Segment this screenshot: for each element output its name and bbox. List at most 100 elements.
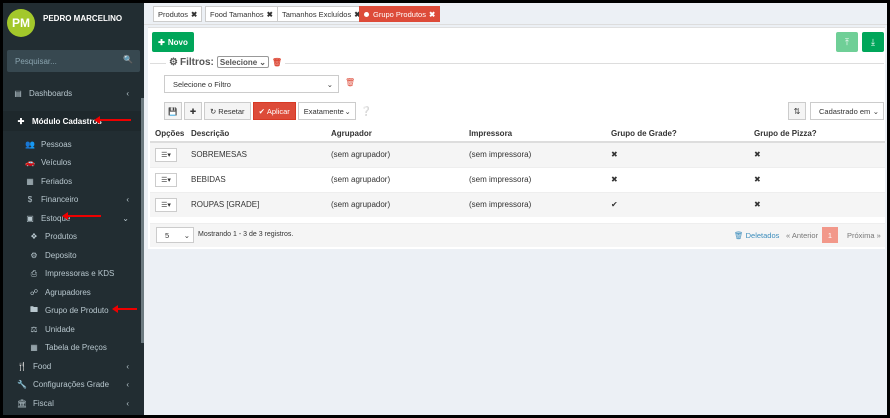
- chevron-down-icon: ⌄: [326, 79, 333, 89]
- cell-grade-icon: ✖: [606, 141, 749, 167]
- trash-icon[interactable]: 🗑: [345, 78, 355, 87]
- close-icon[interactable]: ✖: [267, 10, 273, 19]
- resetar-label: Resetar: [218, 106, 245, 116]
- anterior-button[interactable]: « Anterior: [786, 231, 818, 240]
- box-icon: ▣: [26, 213, 34, 223]
- close-icon[interactable]: ✖: [429, 10, 435, 19]
- filter-select[interactable]: Selecione o Filtro ⌄: [164, 75, 339, 93]
- sidebar-item-pessoas[interactable]: 👥 Pessoas: [3, 135, 141, 154]
- sidebar-item-produtos[interactable]: ❖ Produtos: [3, 228, 141, 247]
- filters-fieldset: ⚙ Filtros: Selecione ⌄ 🗑 Selecione o Fil…: [150, 56, 884, 123]
- sidebar-item-unidade[interactable]: ⚖ Unidade: [3, 320, 141, 339]
- sidebar-search-input[interactable]: Pesquisar... 🔍: [7, 50, 140, 72]
- search-icon[interactable]: 🔍: [123, 55, 133, 64]
- sidebar-item-config-grade[interactable]: 🔧 Configurações Grade ‹: [3, 376, 141, 395]
- chevron-down-icon: ⌄: [122, 213, 129, 223]
- help-icon[interactable]: ❔: [361, 102, 372, 120]
- row-options-button[interactable]: ☰▾: [155, 147, 177, 162]
- chevron-down-icon: ⌄: [183, 230, 190, 240]
- grupo-produtos-table: Opções Descrição Agrupador Impressora Gr…: [150, 126, 885, 217]
- tab-grupo-produtos[interactable]: Grupo Produtos ✖: [359, 6, 441, 22]
- table-row[interactable]: ☰▾ ROUPAS [GRADE] (sem agrupador) (sem i…: [150, 191, 885, 217]
- column-header[interactable]: Opções: [150, 126, 186, 143]
- cell-grade-icon: ✖: [606, 166, 749, 192]
- chevron-down-icon: ⌄: [872, 106, 879, 116]
- deletados-label: Deletados: [745, 231, 780, 240]
- cell-impressora: (sem impressora): [464, 191, 606, 217]
- proxima-button[interactable]: Próxima »: [847, 231, 881, 240]
- tab-produtos[interactable]: Produtos ✖: [153, 6, 203, 22]
- sidebar: PM PEDRO MARCELINO Pesquisar... 🔍 ▤ Dash…: [3, 3, 144, 415]
- sidebar-item-agrupadores[interactable]: ☍ Agrupadores: [3, 283, 141, 302]
- sidebar-item-modulo-cadastros[interactable]: ✚ Módulo Cadastros: [3, 111, 141, 131]
- trash-icon[interactable]: 🗑: [272, 58, 282, 67]
- cell-pizza-icon: ✖: [749, 191, 885, 217]
- active-dot-icon: [364, 11, 369, 17]
- sidebar-item-food[interactable]: 🍴 Food ‹: [3, 357, 141, 376]
- resetar-button[interactable]: ↻ Resetar: [204, 102, 251, 120]
- sort-by-select[interactable]: Cadastrado em ⌄: [810, 102, 884, 120]
- column-header[interactable]: Agrupador: [326, 126, 464, 143]
- avatar[interactable]: PM: [7, 9, 35, 37]
- save-filter-button[interactable]: 💾: [164, 102, 182, 120]
- sidebar-item-label: Tabela de Preços: [45, 343, 107, 353]
- aplicar-label: Aplicar: [266, 106, 290, 116]
- add-filter-button[interactable]: ✚: [184, 102, 202, 120]
- sidebar-item-deposito[interactable]: ⚙ Deposito: [3, 246, 141, 265]
- sidebar-item-feriados[interactable]: ▦ Feriados: [3, 172, 141, 191]
- cell-grade-icon: ✔: [606, 191, 749, 217]
- cell-descricao: ROUPAS [GRADE]: [186, 191, 326, 217]
- sidebar-item-label: Feriados: [41, 176, 73, 186]
- sidebar-menu: ▤ Dashboards ‹ ✚ Módulo Cadastros 👥 Pess…: [3, 83, 141, 413]
- column-header[interactable]: Impressora: [464, 126, 606, 143]
- sidebar-item-impressoras[interactable]: ⎙ Impressoras e KDS: [3, 265, 141, 284]
- column-header[interactable]: Descrição: [186, 126, 326, 143]
- page-1-button[interactable]: 1: [822, 227, 838, 243]
- save-icon: 💾: [168, 106, 178, 116]
- row-options-button[interactable]: ☰▾: [155, 172, 177, 187]
- download-button[interactable]: ⤓: [862, 32, 884, 52]
- filters-legend: ⚙ Filtros: Selecione ⌄ 🗑: [166, 56, 286, 68]
- sidebar-item-grupo-produto[interactable]: 🖿 Grupo de Produto: [3, 302, 141, 321]
- sidebar-item-tabela-precos[interactable]: ▦ Tabela de Preços: [3, 339, 141, 358]
- cell-agrupador: (sem agrupador): [326, 141, 464, 167]
- sidebar-item-estoque[interactable]: ▣ Estoque ⌄: [3, 209, 141, 228]
- table-row[interactable]: ☰▾ SOBREMESAS (sem agrupador) (sem impre…: [150, 141, 885, 167]
- sidebar-item-label: Configurações Grade: [33, 380, 110, 390]
- page-size-value: 5: [165, 230, 170, 240]
- row-options-button[interactable]: ☰▾: [155, 197, 177, 212]
- chevron-left-icon: ‹: [126, 398, 129, 408]
- match-mode-select[interactable]: Exatamente ⌄: [297, 102, 356, 120]
- filter-select-value: Selecione o Filtro: [173, 79, 231, 89]
- novo-button[interactable]: ✚ Novo: [152, 32, 194, 52]
- annotation-arrow-icon: [112, 305, 137, 313]
- user-panel: PM PEDRO MARCELINO: [3, 3, 144, 43]
- column-header[interactable]: Grupo de Pizza?: [749, 126, 885, 143]
- tab-label: Grupo Produtos: [373, 9, 426, 19]
- sidebar-item-veiculos[interactable]: 🚗 Veículos: [3, 154, 141, 173]
- upload-button[interactable]: ⤒: [836, 32, 858, 52]
- cell-agrupador: (sem agrupador): [326, 166, 464, 192]
- filters-mode-select[interactable]: Selecione ⌄: [216, 56, 269, 68]
- sidebar-item-financeiro[interactable]: $ Financeiro ‹: [3, 191, 141, 210]
- close-icon[interactable]: ✖: [191, 10, 197, 19]
- sidebar-item-label: Food: [33, 361, 52, 371]
- table-row[interactable]: ☰▾ BEBIDAS (sem agrupador) (sem impresso…: [150, 166, 885, 192]
- filters-mode-value: Selecione: [219, 57, 258, 67]
- column-header[interactable]: Grupo de Grade?: [606, 126, 749, 143]
- sort-direction-button[interactable]: ⇅: [788, 102, 806, 120]
- sidebar-item-fiscal[interactable]: 🏛 Fiscal ‹: [3, 394, 141, 413]
- tab-tamanhos-excluidos[interactable]: Tamanhos Excluídos ✖: [277, 6, 366, 22]
- sort-icon: ⇅: [793, 106, 801, 116]
- sidebar-item-label: Deposito: [45, 250, 77, 260]
- cell-impressora: (sem impressora): [464, 141, 606, 167]
- tab-food-tamanhos[interactable]: Food Tamanhos ✖: [205, 6, 278, 22]
- search-placeholder: Pesquisar...: [15, 56, 57, 66]
- deletados-link[interactable]: 🗑 Deletados: [734, 231, 779, 240]
- annotation-arrow-icon: [94, 116, 131, 124]
- sidebar-item-dashboards[interactable]: ▤ Dashboards ‹: [3, 83, 141, 103]
- page-size-select[interactable]: 5 ⌄: [156, 227, 194, 243]
- check-icon: ✔: [258, 106, 265, 116]
- sidebar-item-label: Impressoras e KDS: [45, 269, 115, 279]
- aplicar-button[interactable]: ✔ Aplicar: [252, 102, 296, 120]
